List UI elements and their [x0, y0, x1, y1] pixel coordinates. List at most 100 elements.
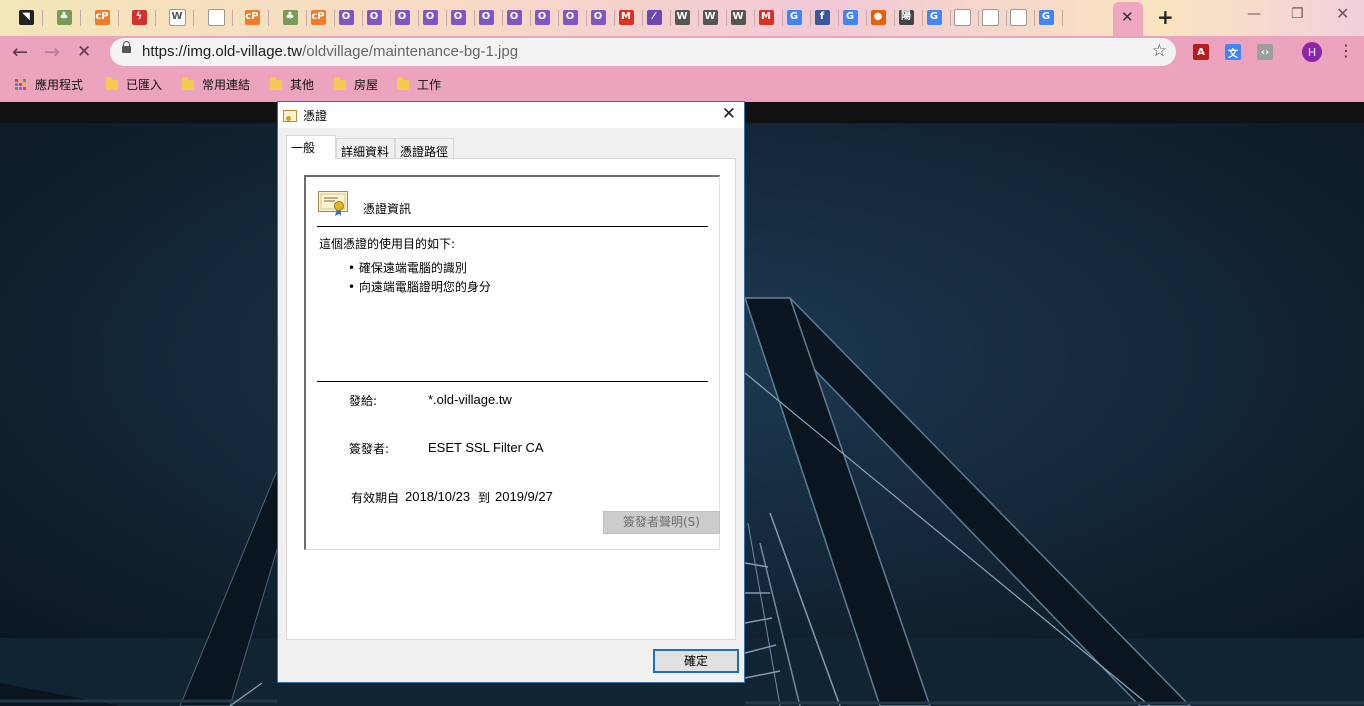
issuer-statement-button[interactable]: 簽發者聲明(S) — [603, 511, 720, 534]
browser-tab[interactable]: W — [726, 4, 750, 30]
tab-separator — [232, 10, 233, 26]
tab-details[interactable]: 詳細資料 — [336, 138, 395, 159]
bookmark-folder[interactable]: 工作 — [397, 76, 441, 93]
issued-to-value: *.old-village.tw — [428, 392, 512, 407]
code-extension-icon[interactable]: ‹› — [1257, 44, 1273, 60]
bookmark-apps-label: 應用程式 — [35, 78, 84, 92]
tree-icon: ♣ — [56, 9, 72, 25]
o-purple-icon: O — [422, 9, 438, 25]
browser-tab[interactable]: cP — [306, 4, 330, 30]
profile-avatar[interactable]: H — [1302, 42, 1322, 62]
ok-button[interactable]: 確定 — [653, 649, 739, 673]
browser-tab[interactable]: O — [558, 4, 582, 30]
browser-tab[interactable]: G — [782, 4, 806, 30]
address-bar[interactable]: https://img.old-village.tw/oldvillage/ma… — [110, 38, 1176, 66]
purpose-item: • 確保遠端電腦的識別 — [348, 261, 467, 275]
bookmark-folder[interactable]: 已匯入 — [106, 76, 162, 93]
browser-tab[interactable]: ● — [866, 4, 890, 30]
browser-tab[interactable]: G — [1034, 4, 1058, 30]
o-purple-icon: O — [450, 9, 466, 25]
stop-loading-icon[interactable]: ✕ — [77, 42, 91, 62]
certificate-large-icon — [318, 191, 348, 216]
browser-tab[interactable]: O — [334, 4, 358, 30]
browser-tab[interactable]: O — [390, 4, 414, 30]
browser-tab[interactable]: ♣ — [52, 4, 76, 30]
certificate-icon — [283, 110, 297, 122]
browser-tab[interactable] — [204, 4, 228, 30]
validity-label: 有效期自 — [351, 491, 400, 505]
acrobat-extension-icon[interactable]: A — [1193, 44, 1209, 60]
browser-tab[interactable]: O — [502, 4, 526, 30]
browser-tab[interactable]: 陽 — [894, 4, 918, 30]
bookmark-folder[interactable]: 房屋 — [334, 76, 378, 93]
window-close-icon[interactable]: ✕ — [1336, 4, 1349, 23]
browser-tab[interactable]: O — [474, 4, 498, 30]
browser-tab[interactable]: W — [670, 4, 694, 30]
browser-tab[interactable]: M — [614, 4, 638, 30]
wikipedia-icon: W — [168, 8, 186, 26]
red-bolt-icon: ϟ — [131, 9, 147, 25]
tab-separator — [1062, 10, 1063, 26]
bookmark-star-icon[interactable]: ☆ — [1152, 41, 1167, 61]
browser-tab[interactable]: ϟ — [127, 4, 151, 30]
bookmarks-bar: 應用程式 已匯入 常用連結 其他 房屋 工作 — [0, 68, 1364, 102]
wordpress-icon: W — [702, 9, 718, 25]
bookmark-folder-label: 房屋 — [354, 78, 379, 92]
bookmark-folder[interactable]: 其他 — [270, 76, 314, 93]
new-tab-button[interactable]: + — [1157, 5, 1174, 29]
bookmark-folder-label: 其他 — [290, 78, 315, 92]
translate-extension-icon[interactable]: 文 — [1225, 44, 1241, 60]
back-arrow-icon[interactable]: ← — [12, 41, 28, 63]
purpose-heading: 這個憑證的使用目的如下: — [319, 237, 456, 251]
restore-icon[interactable]: ❐ — [1291, 6, 1304, 22]
browser-tab[interactable]: O — [530, 4, 554, 30]
browser-tab[interactable]: ◥ — [14, 4, 38, 30]
browser-tab[interactable]: O — [362, 4, 386, 30]
browser-tab[interactable]: f — [810, 4, 834, 30]
browser-tab[interactable] — [978, 4, 1002, 30]
tab-separator — [193, 10, 194, 26]
divider — [317, 226, 708, 227]
browser-tab[interactable] — [1006, 4, 1030, 30]
browser-tab[interactable] — [950, 4, 974, 30]
folder-icon — [334, 76, 346, 90]
bookmark-apps[interactable]: 應用程式 — [15, 76, 83, 93]
dialog-title: 憑證 — [303, 109, 328, 123]
dialog-title-bar[interactable]: 憑證 ✕ — [278, 102, 744, 128]
apps-grid-icon — [15, 78, 27, 91]
facebook-icon: f — [814, 9, 830, 25]
url-path: /oldvillage/maintenance-bg-1.jpg — [302, 43, 519, 60]
certificate-info-box: 憑證資訊 這個憑證的使用目的如下: • 確保遠端電腦的識別 • 向遠端電腦證明您… — [304, 175, 720, 550]
browser-tab[interactable]: W — [165, 4, 189, 30]
forward-arrow-icon[interactable]: → — [44, 41, 60, 63]
browser-tab[interactable]: G — [838, 4, 862, 30]
certificate-info-heading: 憑證資訊 — [363, 202, 412, 216]
folder-icon — [397, 76, 409, 90]
browser-tab[interactable]: W — [698, 4, 722, 30]
browser-tab[interactable]: ♣ — [278, 4, 302, 30]
black-silhouette-icon: ◥ — [18, 9, 34, 25]
browser-tab[interactable]: ⁄ — [642, 4, 666, 30]
tree-icon: ♣ — [282, 9, 298, 25]
browser-tab[interactable]: G — [922, 4, 946, 30]
tab-separator — [268, 10, 269, 26]
browser-tab[interactable]: O — [446, 4, 470, 30]
browser-tab[interactable]: O — [586, 4, 610, 30]
tab-certification-path[interactable]: 憑證路徑 — [395, 138, 454, 159]
minimize-icon[interactable]: — — [1247, 6, 1261, 22]
browser-tab[interactable]: O — [418, 4, 442, 30]
document-icon — [207, 8, 225, 26]
document-icon — [953, 8, 971, 26]
url-text[interactable]: https://img.old-village.tw/oldvillage/ma… — [142, 43, 518, 60]
tab-separator — [42, 10, 43, 26]
browser-tab[interactable]: M — [754, 4, 778, 30]
menu-kebab-icon[interactable]: ⋮ — [1338, 41, 1354, 60]
tab-general[interactable]: 一般 — [286, 135, 336, 159]
tab-strip: ◥ ♣ cP ϟ WcP ♣ cP O O O O O O O O O O M ⁄ W W W M Gf G ● 陽 G G ✕ + —… — [0, 0, 1364, 36]
dialog-close-icon[interactable]: ✕ — [722, 104, 736, 124]
browser-tab[interactable]: cP — [90, 4, 114, 30]
browser-tab[interactable]: cP — [240, 4, 264, 30]
tab-separator — [80, 10, 81, 26]
close-tab-icon[interactable]: ✕ — [1121, 8, 1134, 26]
bookmark-folder[interactable]: 常用連結 — [182, 76, 250, 93]
